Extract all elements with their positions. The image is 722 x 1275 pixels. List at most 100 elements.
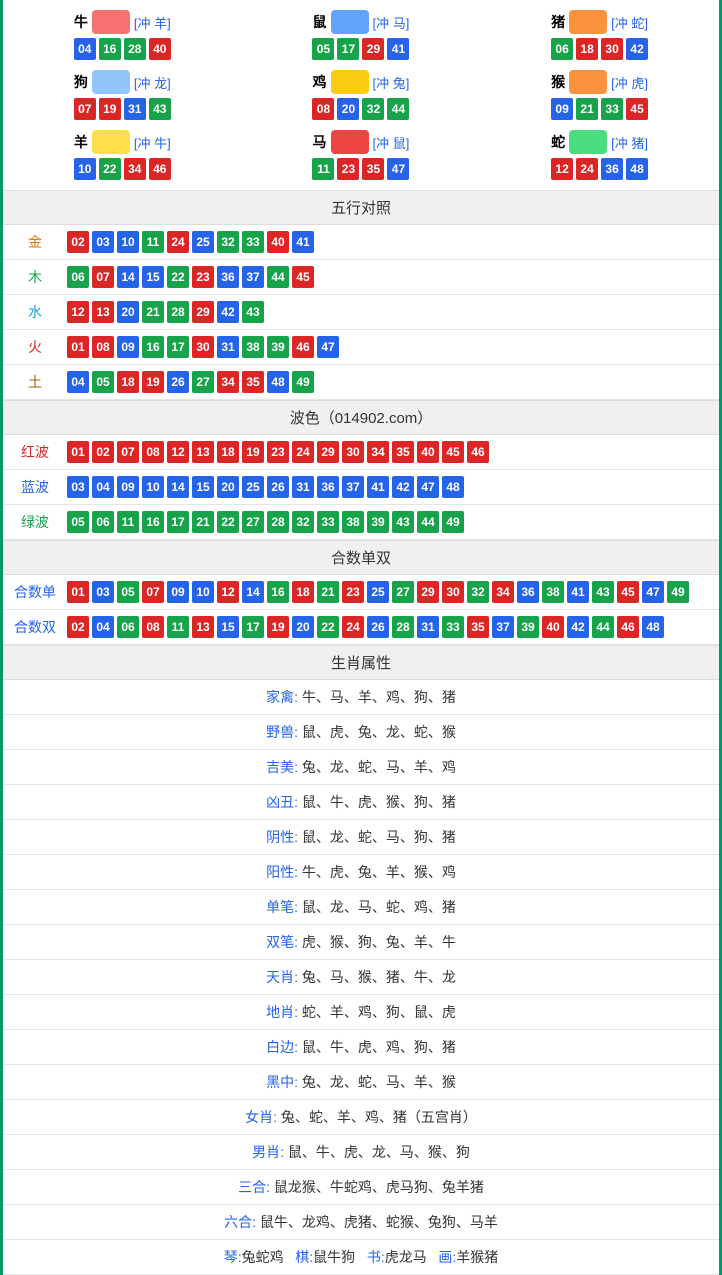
zodiac-cell: 羊[冲 牛]10223446 — [3, 125, 242, 185]
attr-row: 阴性: 鼠、龙、蛇、马、狗、猪 — [3, 820, 719, 855]
number-ball: 48 — [267, 371, 289, 393]
number-ball: 13 — [192, 616, 214, 638]
zodiac-name: 蛇 — [551, 132, 565, 152]
number-ball: 32 — [467, 581, 489, 603]
number-ball: 32 — [362, 98, 384, 120]
number-ball: 17 — [167, 336, 189, 358]
number-ball: 44 — [417, 511, 439, 533]
attr-label: 阳性: — [266, 864, 298, 880]
number-ball: 49 — [442, 511, 464, 533]
number-ball: 08 — [142, 616, 164, 638]
zodiac-balls: 12243648 — [480, 158, 719, 180]
number-ball: 46 — [149, 158, 171, 180]
number-ball: 11 — [117, 511, 139, 533]
number-ball: 11 — [167, 616, 189, 638]
number-ball: 27 — [242, 511, 264, 533]
row-balls: 04051819262734354849 — [59, 371, 314, 393]
number-ball: 23 — [192, 266, 214, 288]
zodiac-icon — [331, 130, 369, 154]
number-ball: 33 — [242, 231, 264, 253]
number-ball: 04 — [67, 371, 89, 393]
number-ball: 26 — [367, 616, 389, 638]
zodiac-balls: 11233547 — [242, 158, 481, 180]
zodiac-balls: 08203244 — [242, 98, 481, 120]
row-balls: 02031011242532334041 — [59, 231, 314, 253]
number-ball: 14 — [167, 476, 189, 498]
number-ball: 05 — [67, 511, 89, 533]
number-ball: 18 — [576, 38, 598, 60]
shu-val: 虎龙马 — [385, 1249, 427, 1265]
number-ball: 34 — [217, 371, 239, 393]
zodiac-chong: [冲 猪] — [611, 133, 648, 152]
attr-value: 鼠牛、龙鸡、虎猪、蛇猴、兔狗、马羊 — [260, 1214, 498, 1230]
number-ball: 28 — [124, 38, 146, 60]
number-ball: 15 — [217, 616, 239, 638]
number-ball: 16 — [142, 336, 164, 358]
zodiac-cell: 蛇 [冲 猪] 12243648 — [480, 125, 719, 185]
number-ball: 47 — [417, 476, 439, 498]
number-ball: 12 — [67, 301, 89, 323]
number-ball: 32 — [292, 511, 314, 533]
attr-label: 三合: — [238, 1179, 270, 1195]
number-ball: 36 — [601, 158, 623, 180]
number-ball: 41 — [387, 38, 409, 60]
row-balls: 1213202128294243 — [59, 301, 264, 323]
number-ball: 12 — [167, 441, 189, 463]
row-label: 火 — [11, 337, 59, 357]
bose-row: 红波0102070812131819232429303435404546 — [3, 435, 719, 470]
number-ball: 38 — [542, 581, 564, 603]
number-ball: 20 — [117, 301, 139, 323]
number-ball: 41 — [292, 231, 314, 253]
attr-label: 天肖: — [266, 969, 298, 985]
number-ball: 40 — [267, 231, 289, 253]
number-ball: 12 — [217, 581, 239, 603]
row-balls: 03040910141520252631363741424748 — [59, 476, 464, 498]
attr-row: 男肖: 鼠、牛、虎、龙、马、猴、狗 — [3, 1135, 719, 1170]
number-ball: 16 — [267, 581, 289, 603]
number-ball: 02 — [67, 231, 89, 253]
number-ball: 05 — [312, 38, 334, 60]
attr-value: 兔、蛇、羊、鸡、猪（五宫肖） — [281, 1109, 477, 1125]
number-ball: 46 — [292, 336, 314, 358]
number-ball: 17 — [167, 511, 189, 533]
zodiac-name: 鸡 — [313, 72, 327, 92]
attr-value: 兔、龙、蛇、马、羊、猴 — [302, 1074, 456, 1090]
number-ball: 39 — [367, 511, 389, 533]
number-ball: 23 — [267, 441, 289, 463]
row-balls: 0108091617303138394647 — [59, 336, 339, 358]
attr-label: 双笔: — [266, 934, 298, 950]
number-ball: 24 — [342, 616, 364, 638]
zodiac-chong: [冲 羊] — [134, 13, 171, 32]
number-ball: 27 — [192, 371, 214, 393]
number-ball: 38 — [342, 511, 364, 533]
attr-label: 女肖: — [245, 1109, 277, 1125]
number-ball: 48 — [626, 158, 648, 180]
row-label: 合数双 — [11, 617, 59, 637]
zodiac-balls: 06183042 — [480, 38, 719, 60]
bose-row: 绿波05061116172122272832333839434449 — [3, 505, 719, 540]
number-ball: 08 — [142, 441, 164, 463]
zodiac-icon — [569, 130, 607, 154]
attr-label: 家禽: — [266, 689, 298, 705]
number-ball: 07 — [92, 266, 114, 288]
number-ball: 40 — [417, 441, 439, 463]
number-ball: 11 — [312, 158, 334, 180]
number-ball: 46 — [617, 616, 639, 638]
number-ball: 42 — [217, 301, 239, 323]
number-ball: 10 — [192, 581, 214, 603]
number-ball: 08 — [92, 336, 114, 358]
number-ball: 15 — [192, 476, 214, 498]
number-ball: 27 — [392, 581, 414, 603]
row-balls: 0102070812131819232429303435404546 — [59, 441, 489, 463]
wuxing-row: 木06071415222336374445 — [3, 260, 719, 295]
number-ball: 49 — [292, 371, 314, 393]
attr-value: 鼠、牛、虎、鸡、狗、猪 — [302, 1039, 456, 1055]
zodiac-chong: [冲 鼠] — [373, 133, 410, 152]
number-ball: 30 — [342, 441, 364, 463]
number-ball: 10 — [142, 476, 164, 498]
number-ball: 31 — [124, 98, 146, 120]
number-ball: 33 — [442, 616, 464, 638]
number-ball: 04 — [92, 476, 114, 498]
number-ball: 46 — [467, 441, 489, 463]
number-ball: 22 — [317, 616, 339, 638]
